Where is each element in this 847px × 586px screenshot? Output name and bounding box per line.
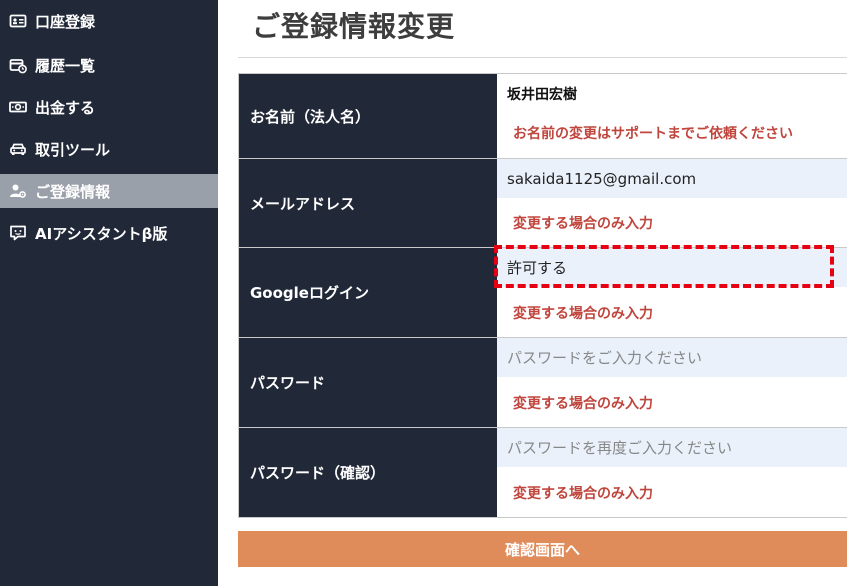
chat-bot-icon xyxy=(8,223,28,243)
form-row-name: お名前（法人名） 坂井田宏樹 お名前の変更はサポートまでご依頼ください xyxy=(238,74,847,159)
sidebar-item-withdraw[interactable]: 出金する xyxy=(0,90,218,124)
sidebar-item-trading-tools[interactable]: 取引ツール xyxy=(0,132,218,166)
page-title: ご登録情報変更 xyxy=(252,10,456,43)
car-icon xyxy=(8,139,28,159)
sidebar-item-label: AIアシスタントβ版 xyxy=(35,224,168,243)
history-card-icon xyxy=(8,55,28,75)
email-label: メールアドレス xyxy=(238,159,497,247)
sidebar-item-label: 取引ツール xyxy=(35,140,111,159)
name-label: お名前（法人名） xyxy=(238,74,497,158)
name-change-note: お名前の変更はサポートまでご依頼ください xyxy=(513,126,793,142)
user-gear-icon xyxy=(8,181,28,201)
password-note: 変更する場合のみ入力 xyxy=(513,396,653,412)
google-login-label: Googleログイン xyxy=(238,248,497,337)
registration-form: お名前（法人名） 坂井田宏樹 お名前の変更はサポートまでご依頼ください メールア… xyxy=(238,73,847,518)
password-label: パスワード xyxy=(238,338,497,427)
form-row-password-confirm: パスワード（確認） 変更する場合のみ入力 xyxy=(238,428,847,518)
title-divider xyxy=(238,57,847,58)
sidebar-item-ai-assistant[interactable]: AIアシスタントβ版 xyxy=(0,216,218,250)
confirm-button[interactable]: 確認画面へ xyxy=(238,531,847,567)
email-field[interactable] xyxy=(497,159,847,198)
form-row-google-login: Googleログイン 許可する 変更する場合のみ入力 xyxy=(238,245,847,338)
sidebar-item-history[interactable]: 履歴一覧 xyxy=(0,48,218,82)
password-confirm-note: 変更する場合のみ入力 xyxy=(513,486,653,502)
sidebar-item-label: 出金する xyxy=(35,98,96,117)
password-confirm-label: パスワード（確認） xyxy=(238,428,497,517)
password-field[interactable] xyxy=(497,338,847,377)
name-value: 坂井田宏樹 xyxy=(507,87,577,103)
sidebar: 口座登録 履歴一覧 出金する 取引ツール ご登録情報 AIアシスタントβ版 xyxy=(0,0,218,586)
sidebar-item-label: 口座登録 xyxy=(35,12,96,31)
form-row-password: パスワード 変更する場合のみ入力 xyxy=(238,338,847,428)
money-icon xyxy=(8,97,28,117)
id-card-icon xyxy=(8,11,28,31)
email-note: 変更する場合のみ入力 xyxy=(513,216,653,232)
sidebar-item-registration-info[interactable]: ご登録情報 xyxy=(0,174,218,208)
google-login-select[interactable]: 許可する xyxy=(497,248,847,287)
password-confirm-field[interactable] xyxy=(497,428,847,467)
google-login-note: 変更する場合のみ入力 xyxy=(513,306,653,322)
form-row-email: メールアドレス 変更する場合のみ入力 xyxy=(238,159,847,248)
sidebar-item-label: ご登録情報 xyxy=(35,182,111,201)
sidebar-item-label: 履歴一覧 xyxy=(35,56,96,75)
sidebar-item-account-registration[interactable]: 口座登録 xyxy=(0,4,218,38)
